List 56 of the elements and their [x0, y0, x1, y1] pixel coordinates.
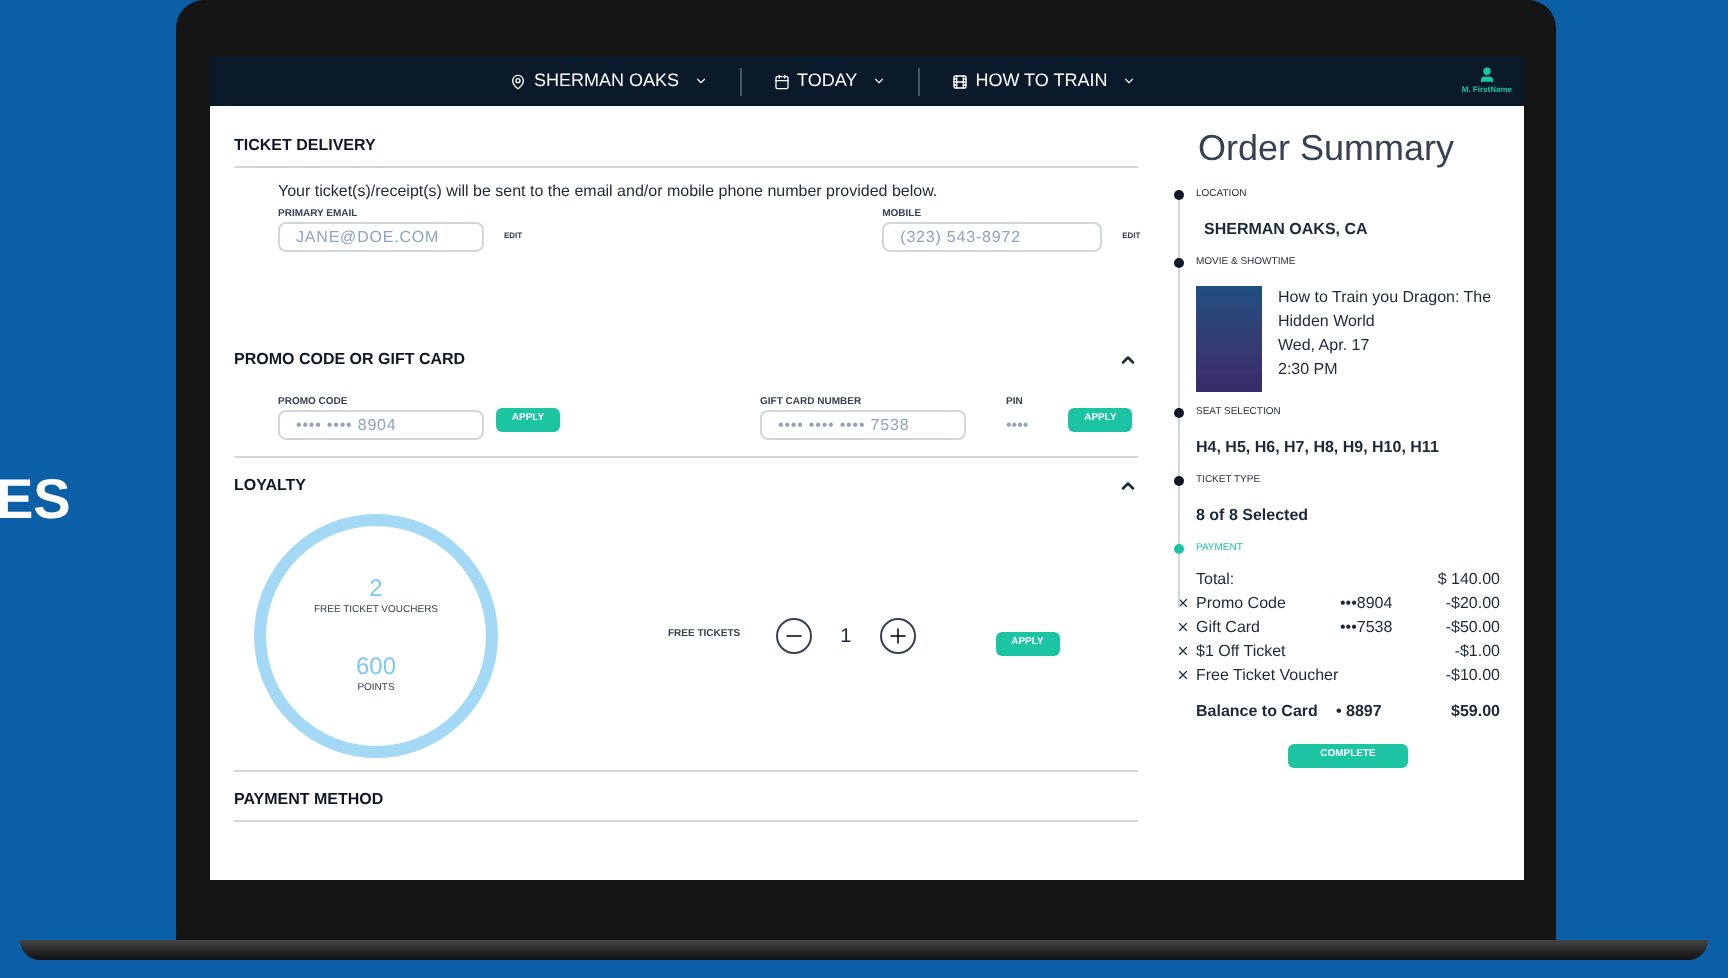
- discount-label: Free Ticket Voucher: [1196, 663, 1340, 687]
- balance-label: Balance to Card: [1196, 699, 1320, 723]
- pin-field[interactable]: ••••: [1006, 410, 1029, 440]
- step-value: 2:30 PM: [1278, 357, 1340, 381]
- step-value: Wed, Apr. 17: [1278, 333, 1372, 357]
- step-value: SHERMAN OAKS, CA: [1204, 217, 1368, 241]
- total-amount: $ 140.00: [1437, 567, 1500, 591]
- poster-placeholder: [1196, 285, 1262, 391]
- balance-amount: $59.00: [1451, 699, 1500, 723]
- discount-amount: -$10.00: [1445, 663, 1500, 687]
- dropdown-caret-icon: [871, 74, 886, 88]
- discount-label: Promo Code: [1196, 591, 1288, 615]
- discount-amount: -$1.00: [1454, 639, 1500, 663]
- summary-title: Order Summary: [1198, 126, 1457, 171]
- masked-card-number: • 8897: [1336, 699, 1382, 723]
- section-title: PAYMENT METHOD: [234, 788, 384, 812]
- masked-card-number: •••8904: [1340, 591, 1393, 615]
- film-icon: [951, 73, 968, 89]
- plus-icon: [885, 624, 910, 648]
- discount-amount: -$50.00: [1445, 615, 1500, 639]
- nav-menu[interactable]: HOW TO TRAIN: [951, 67, 1136, 95]
- section-title: PROMO CODE OR GIFT CARD: [234, 348, 466, 372]
- points-count: 600: [355, 654, 397, 678]
- decrement-button[interactable]: [776, 618, 813, 654]
- masked-card-number: •••7538: [1340, 615, 1393, 639]
- remove-icon[interactable]: [1176, 668, 1190, 682]
- section-title: LOYALTY: [234, 474, 307, 498]
- step-value: How to Train you Dragon: The Hidden World: [1278, 285, 1494, 333]
- location-icon: [510, 73, 526, 89]
- increment-button[interactable]: [879, 618, 916, 654]
- ticket-count: 1: [840, 623, 852, 651]
- text-field[interactable]: JANE@DOE.COM: [278, 222, 484, 252]
- collapse-caret-icon[interactable]: [1118, 476, 1138, 496]
- discount-amount: -$20.00: [1445, 591, 1500, 615]
- voucher-count: 2: [369, 575, 383, 599]
- text-field[interactable]: •••• •••• •••• 7538: [760, 410, 966, 440]
- dropdown-caret-icon: [1121, 74, 1136, 88]
- discount-label: Gift Card: [1196, 615, 1263, 639]
- remove-icon[interactable]: [1176, 644, 1190, 658]
- nav-menu[interactable]: SHERMAN OAKS: [510, 67, 708, 95]
- step-value: H4, H5, H6, H7, H8, H9, H10, H11: [1196, 435, 1439, 459]
- background-heading: ES: [0, 466, 71, 534]
- remove-icon[interactable]: [1176, 596, 1190, 610]
- collapse-caret-icon[interactable]: [1118, 350, 1138, 370]
- user-icon: [1477, 66, 1496, 84]
- step-value: 8 of 8 Selected: [1196, 503, 1309, 527]
- remove-icon[interactable]: [1176, 620, 1190, 634]
- total-label: Total:: [1196, 567, 1235, 591]
- nav-menu[interactable]: TODAY: [773, 67, 886, 95]
- calendar-icon: [773, 73, 790, 89]
- section-title: TICKET DELIVERY: [234, 134, 376, 158]
- text-field[interactable]: •••• •••• 8904: [278, 410, 484, 440]
- delivery-note: Your ticket(s)/receipt(s) will be sent to the email and/or mobile phone number provided below.: [278, 180, 940, 204]
- dropdown-caret-icon: [693, 74, 708, 88]
- text-field[interactable]: (323) 543-8972: [882, 222, 1103, 252]
- discount-label: $1 Off Ticket: [1196, 639, 1288, 663]
